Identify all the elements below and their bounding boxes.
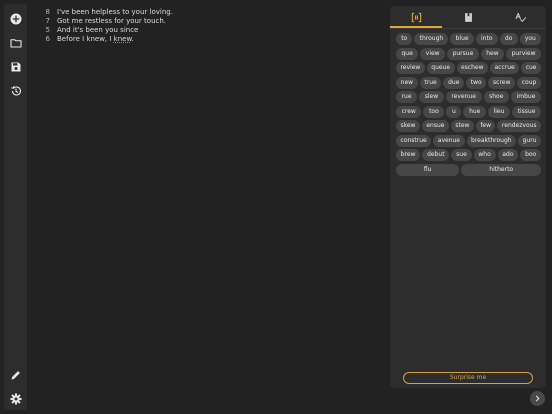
rhyme-chip[interactable]: hew xyxy=(480,47,505,60)
rhyme-chip[interactable]: crew xyxy=(396,105,422,118)
rhyme-chip[interactable]: few xyxy=(475,120,496,132)
save-icon[interactable] xyxy=(7,58,24,75)
settings-icon[interactable] xyxy=(7,390,24,407)
rhyme-chip[interactable]: hue xyxy=(463,105,486,118)
lyric-text-before: Before I knew, I xyxy=(57,35,114,43)
rhyme-chip[interactable]: debut xyxy=(422,149,450,161)
rhyme-chip[interactable]: rue xyxy=(396,91,418,103)
rhyme-chip[interactable]: too xyxy=(423,105,445,118)
rhyme-chip[interactable]: two xyxy=(466,76,487,89)
rhyme-list: to through blue into do you que view pursue hew pu… xyxy=(396,33,542,176)
sidebar xyxy=(4,4,27,410)
rhyme-chip[interactable]: ado xyxy=(497,149,519,161)
rhyme-chip[interactable]: guru xyxy=(518,134,542,147)
syllable-count: 8 xyxy=(45,8,50,16)
lyric-text[interactable]: I've been helpless to your loving. xyxy=(57,8,173,17)
dictionary-tab[interactable] xyxy=(442,6,494,28)
tools-panel: to through blue into do you que view pursue hew pu… xyxy=(390,6,546,388)
lyrics-editor[interactable]: 8 I've been helpless to your loving. 7 G… xyxy=(38,8,173,44)
spellcheck-tab[interactable] xyxy=(494,6,546,28)
lyric-line[interactable]: 8 I've been helpless to your loving. xyxy=(38,8,173,17)
rhyme-chip[interactable]: brew xyxy=(396,149,421,161)
rhyme-chip[interactable]: to xyxy=(396,33,413,45)
selected-word[interactable]: knew xyxy=(114,35,132,43)
syllable-count: 5 xyxy=(45,26,50,34)
rhyme-chip[interactable]: cue xyxy=(521,62,541,74)
rhyme-chip[interactable]: who xyxy=(473,149,496,161)
rhyme-chip[interactable]: pursue xyxy=(447,47,479,60)
history-icon[interactable] xyxy=(7,82,24,99)
tabs-divider xyxy=(390,28,546,29)
lyric-text[interactable]: Before I knew, I knew. xyxy=(57,35,134,44)
rhyme-chip[interactable]: slew xyxy=(419,91,444,103)
rhyme-chip[interactable]: skew xyxy=(396,120,420,132)
rhyme-chip[interactable]: flu xyxy=(396,163,460,176)
lyric-line[interactable]: 7 Got me restless for your touch. xyxy=(38,17,173,26)
syllable-count: 7 xyxy=(45,17,50,25)
rhyme-chip[interactable]: rendezvous xyxy=(497,120,542,132)
rhyme-chip[interactable]: shoe xyxy=(483,91,509,103)
spellcheck-icon xyxy=(514,12,526,22)
lyric-line[interactable]: 5 And it's been you since xyxy=(38,26,173,35)
surprise-me-button[interactable]: Surprise me xyxy=(403,372,533,384)
pencil-icon[interactable] xyxy=(7,366,24,383)
lyric-line[interactable]: 6 Before I knew, I knew. xyxy=(38,35,173,44)
lyric-text[interactable]: Got me restless for your touch. xyxy=(57,17,166,26)
add-icon[interactable] xyxy=(7,10,24,27)
rhyme-chip[interactable]: blue xyxy=(450,33,474,45)
rhyme-chip[interactable]: due xyxy=(443,76,465,89)
rhyme-chip[interactable]: purview xyxy=(506,47,541,60)
rhyme-chip[interactable]: into xyxy=(475,33,498,45)
rhyme-chip[interactable]: ensue xyxy=(421,120,449,132)
rhyme-chip[interactable]: accrue xyxy=(490,62,520,74)
rhyme-chip[interactable]: construe xyxy=(396,134,432,147)
lyric-text[interactable]: And it's been you since xyxy=(57,26,138,35)
rhyme-chip[interactable]: hitherto xyxy=(461,163,541,176)
book-icon xyxy=(464,12,472,22)
rhyme-chip[interactable]: tissue xyxy=(512,105,542,118)
rhyme-chip[interactable]: queue xyxy=(426,62,455,74)
rhyme-chip[interactable]: avenue xyxy=(433,134,465,147)
panel-tabs xyxy=(390,6,546,28)
rhyme-chip[interactable]: breakthrough xyxy=(466,134,517,147)
rhyme-chip[interactable]: lieu xyxy=(487,105,511,118)
rhyme-chip[interactable]: u xyxy=(446,105,462,118)
rhyme-chip[interactable]: new xyxy=(396,76,418,89)
rhyme-chip[interactable]: eschew xyxy=(456,62,489,74)
rhymes-icon xyxy=(411,12,421,22)
rhyme-chip[interactable]: revenue xyxy=(445,91,482,103)
rhyme-chip[interactable]: review xyxy=(396,62,425,74)
rhyme-chip[interactable]: stew xyxy=(450,120,474,132)
rhyme-chip[interactable]: true xyxy=(419,76,442,89)
folder-icon[interactable] xyxy=(7,34,24,51)
lyric-text-after: . xyxy=(131,35,134,43)
next-button[interactable] xyxy=(530,391,545,406)
rhyme-chip[interactable]: imbue xyxy=(511,91,542,103)
syllable-count: 6 xyxy=(45,35,50,43)
rhyme-chip[interactable]: do xyxy=(499,33,518,45)
rhyme-chip[interactable]: view xyxy=(420,47,446,60)
rhyme-chip[interactable]: boo xyxy=(520,149,542,161)
rhymes-tab[interactable] xyxy=(390,6,442,28)
chevron-right-icon xyxy=(535,395,540,402)
rhyme-chip[interactable]: coup xyxy=(517,76,541,89)
rhyme-chip[interactable]: screw xyxy=(488,76,516,89)
rhyme-chip[interactable]: through xyxy=(414,33,449,45)
rhyme-chip[interactable]: que xyxy=(396,47,419,60)
rhyme-chip[interactable]: sue xyxy=(451,149,472,161)
rhyme-chip[interactable]: you xyxy=(519,33,542,45)
